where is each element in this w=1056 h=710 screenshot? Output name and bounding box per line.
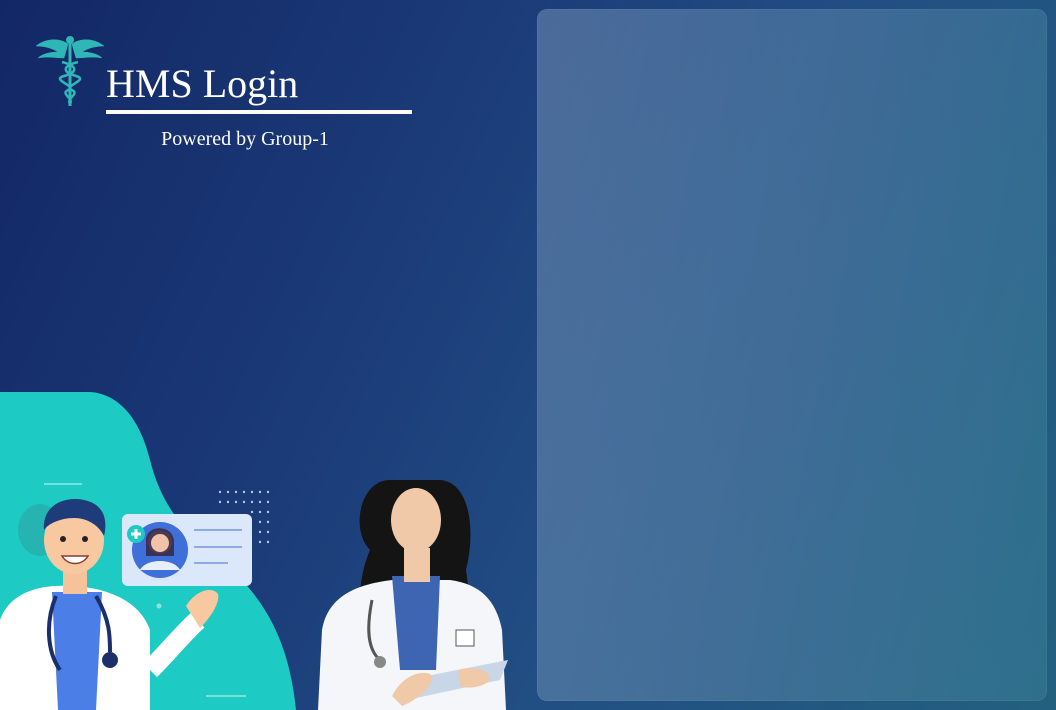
page-title: HMS Login — [106, 61, 299, 106]
female-doctor-figure — [318, 480, 508, 710]
login-panel — [537, 9, 1047, 701]
caduceus-icon — [35, 36, 105, 106]
login-page: HMS Login Powered by Group-1 — [0, 0, 1056, 710]
patient-card — [122, 514, 252, 586]
title-underline — [106, 110, 412, 114]
doctors-illustration — [0, 392, 508, 710]
powered-by-text: Powered by Group-1 — [161, 128, 329, 150]
